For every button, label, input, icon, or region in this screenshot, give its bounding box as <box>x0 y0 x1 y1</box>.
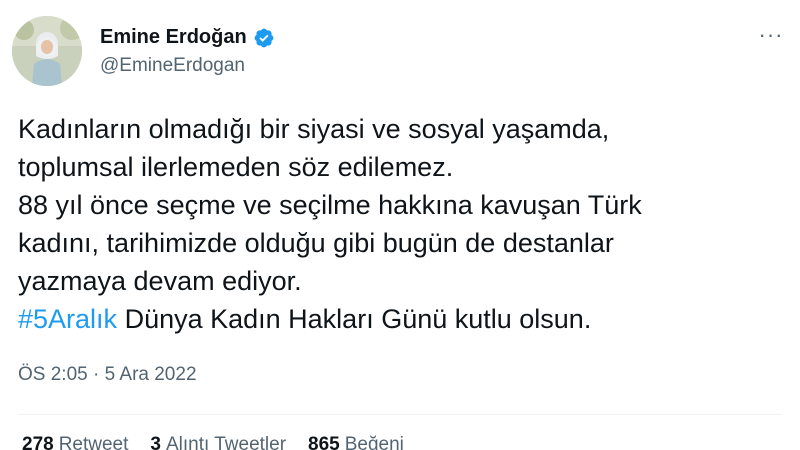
tweet-line-rest: Dünya Kadın Hakları Günü kutlu olsun. <box>117 304 592 334</box>
tweet-card: Emine Erdoğan @EmineErdogan ··· Kadınlar… <box>0 0 800 450</box>
tweet-line: Kadınların olmadığı bir siyasi ve sosyal… <box>18 114 610 144</box>
display-name[interactable]: Emine Erdoğan <box>100 26 247 49</box>
quotes-stat[interactable]: 3 Alıntı Tweetler <box>150 434 286 450</box>
retweets-stat[interactable]: 278 Retweet <box>22 434 128 450</box>
more-horizontal-icon: ··· <box>758 22 784 47</box>
hashtag-link[interactable]: #5Aralık <box>18 304 117 334</box>
quotes-count: 3 <box>150 434 161 450</box>
tweet-text: Kadınların olmadığı bir siyasi ve sosyal… <box>18 110 788 338</box>
name-row: Emine Erdoğan <box>100 26 275 49</box>
likes-stat[interactable]: 865 Beğeni <box>308 434 404 450</box>
tweet-line-last: #5Aralık Dünya Kadın Hakları Günü kutlu … <box>18 300 788 338</box>
verified-badge-icon <box>253 27 275 49</box>
timestamp[interactable]: ÖS 2:05 · 5 Ara 2022 <box>18 364 197 386</box>
handle[interactable]: @EmineErdogan <box>100 55 275 77</box>
likes-count: 865 <box>308 434 340 450</box>
quotes-label: Alıntı Tweetler <box>165 434 287 450</box>
engagement-stats: 278 Retweet 3 Alıntı Tweetler 865 Beğeni <box>22 434 404 450</box>
author-block: Emine Erdoğan @EmineErdogan <box>100 26 275 77</box>
divider <box>18 414 782 415</box>
tweet-line: yazmaya devam ediyor. <box>18 266 302 296</box>
likes-label: Beğeni <box>344 434 404 450</box>
tweet-line: kadını, tarihimizde olduğu gibi bugün de… <box>18 228 614 258</box>
tweet-line: toplumsal ilerlemeden söz edilemez. <box>18 152 454 182</box>
more-button[interactable]: ··· <box>754 20 788 50</box>
retweets-count: 278 <box>22 434 54 450</box>
avatar-image <box>12 16 82 86</box>
tweet-line: 88 yıl önce seçme ve seçilme hakkına kav… <box>18 190 642 220</box>
retweets-label: Retweet <box>58 434 129 450</box>
avatar[interactable] <box>12 16 82 86</box>
